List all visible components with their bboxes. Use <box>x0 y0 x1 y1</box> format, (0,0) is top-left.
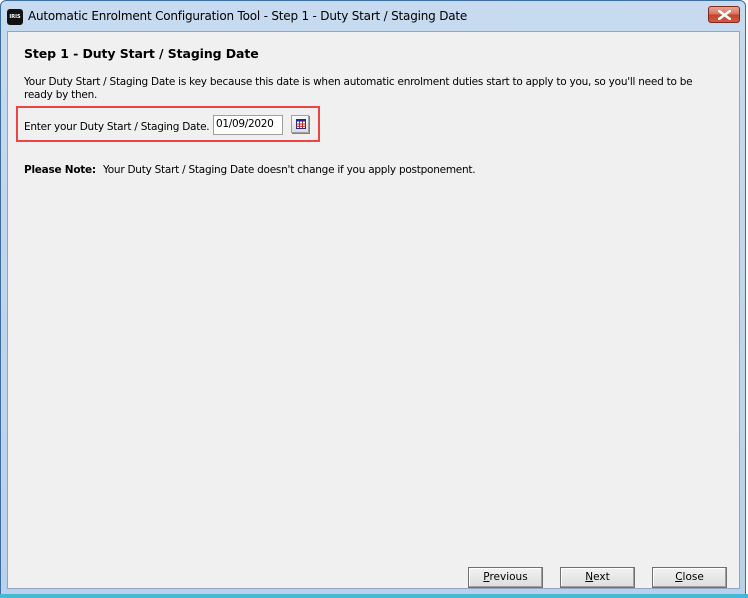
note-label: Please Note: <box>24 164 96 176</box>
previous-button[interactable]: Previous <box>468 567 543 588</box>
title-bar[interactable]: IRIS Automatic Enrolment Configuration T… <box>1 1 745 31</box>
app-window: IRIS Automatic Enrolment Configuration T… <box>0 0 746 596</box>
intro-text: Your Duty Start / Staging Date is key be… <box>24 76 693 101</box>
window-close-button[interactable] <box>708 6 740 23</box>
calendar-icon <box>296 119 306 129</box>
calendar-button[interactable] <box>291 115 309 133</box>
previous-label: revious <box>489 571 528 583</box>
next-label: ext <box>593 571 610 583</box>
window-bottom-edge <box>0 594 748 598</box>
window-title: Automatic Enrolment Configuration Tool -… <box>28 9 468 23</box>
note-text: Your Duty Start / Staging Date doesn't c… <box>102 164 476 176</box>
app-icon: IRIS <box>7 9 23 25</box>
next-button[interactable]: Next <box>560 567 635 588</box>
close-icon <box>718 10 731 20</box>
close-label: lose <box>682 571 704 583</box>
close-button[interactable]: Close <box>652 567 727 588</box>
date-label: Enter your Duty Start / Staging Date. <box>24 121 210 133</box>
wizard-panel: Step 1 - Duty Start / Staging Date Your … <box>7 31 740 589</box>
next-accel: N <box>585 571 594 583</box>
staging-date-input[interactable]: 01/09/2020 <box>213 115 283 135</box>
step-title: Step 1 - Duty Start / Staging Date <box>24 46 259 61</box>
close-accel: C <box>675 571 683 583</box>
note: Please Note: Your Duty Start / Staging D… <box>24 164 476 176</box>
